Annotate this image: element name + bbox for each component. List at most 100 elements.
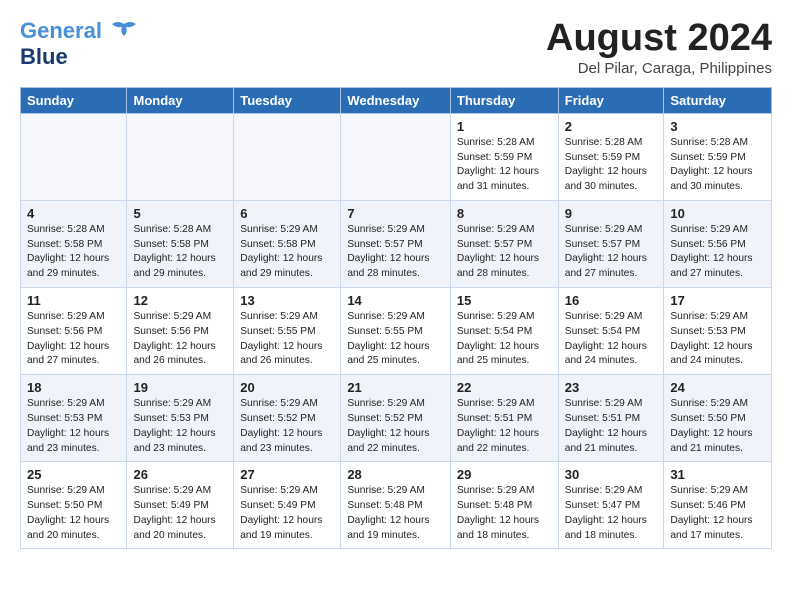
day-number: 15 xyxy=(457,293,552,308)
day-number: 24 xyxy=(670,380,765,395)
calendar-cell: 27 Sunrise: 5:29 AM Sunset: 5:49 PM Dayli… xyxy=(234,462,341,549)
calendar-cell: 4Sunrise: 5:28 AM Sunset: 5:58 PM Daylig… xyxy=(21,200,127,287)
day-number: 14 xyxy=(347,293,444,308)
day-info: Sunrise: 5:29 AM Sunset: 5:57 PM Dayligh… xyxy=(347,223,444,282)
calendar-table: SundayMondayTuesdayWednesdayThursdayFrid… xyxy=(20,87,772,550)
calendar-cell xyxy=(127,113,234,200)
logo: General Blue xyxy=(20,18,138,68)
day-number: 1 xyxy=(457,119,552,134)
calendar-cell: 5Sunrise: 5:28 AM Sunset: 5:58 PM Daylig… xyxy=(127,200,234,287)
calendar-cell: 31Sunrise: 5:29 AM Sunset: 5:46 PM Dayli… xyxy=(664,462,772,549)
month-title: August 2024 xyxy=(546,18,772,60)
day-info: Sunrise: 5:29 AM Sunset: 5:51 PM Dayligh… xyxy=(457,397,552,456)
calendar-cell: 16 Sunrise: 5:29 AM Sunset: 5:54 PM Dayli… xyxy=(558,288,664,375)
day-number: 21 xyxy=(347,380,444,395)
day-info: Sunrise: 5:29 AM Sunset: 5:48 PM Dayligh… xyxy=(347,484,444,543)
day-number: 6 xyxy=(240,206,334,221)
calendar-cell: 30Sunrise: 5:29 AM Sunset: 5:47 PM Dayli… xyxy=(558,462,664,549)
calendar-cell: 19 Sunrise: 5:29 AM Sunset: 5:53 PM Dayli… xyxy=(127,375,234,462)
day-number: 13 xyxy=(240,293,334,308)
calendar-week-row: 18Sunrise: 5:29 AM Sunset: 5:53 PM Dayli… xyxy=(21,375,772,462)
day-info: Sunrise: 5:29 AM Sunset: 5:57 PM Dayligh… xyxy=(565,223,658,282)
calendar-cell: 6 Sunrise: 5:29 AM Sunset: 5:58 PM Daylig… xyxy=(234,200,341,287)
day-info: Sunrise: 5:28 AM Sunset: 5:59 PM Dayligh… xyxy=(565,136,658,195)
day-number: 27 xyxy=(240,467,334,482)
calendar-cell xyxy=(341,113,451,200)
day-info: Sunrise: 5:29 AM Sunset: 5:55 PM Dayligh… xyxy=(240,310,334,369)
calendar-cell: 26 Sunrise: 5:29 AM Sunset: 5:49 PM Dayli… xyxy=(127,462,234,549)
calendar-cell: 11 Sunrise: 5:29 AM Sunset: 5:56 PM Dayli… xyxy=(21,288,127,375)
day-info: Sunrise: 5:29 AM Sunset: 5:53 PM Dayligh… xyxy=(27,397,120,456)
calendar-cell xyxy=(234,113,341,200)
day-number: 25 xyxy=(27,467,120,482)
day-info: Sunrise: 5:29 AM Sunset: 5:56 PM Dayligh… xyxy=(27,310,120,369)
day-info: Sunrise: 5:29 AM Sunset: 5:58 PM Dayligh… xyxy=(240,223,334,282)
location: Del Pilar, Caraga, Philippines xyxy=(546,60,772,77)
day-number: 12 xyxy=(133,293,227,308)
day-info: Sunrise: 5:29 AM Sunset: 5:50 PM Dayligh… xyxy=(27,484,120,543)
calendar-week-row: 4Sunrise: 5:28 AM Sunset: 5:58 PM Daylig… xyxy=(21,200,772,287)
day-info: Sunrise: 5:29 AM Sunset: 5:57 PM Dayligh… xyxy=(457,223,552,282)
calendar-cell: 12Sunrise: 5:29 AM Sunset: 5:56 PM Dayli… xyxy=(127,288,234,375)
page: General Blue August 2024 Del Pilar, Cara… xyxy=(0,0,792,567)
logo-general: General xyxy=(20,18,102,43)
weekday-header-tuesday: Tuesday xyxy=(234,87,341,113)
day-info: Sunrise: 5:29 AM Sunset: 5:48 PM Dayligh… xyxy=(457,484,552,543)
calendar-cell: 7 Sunrise: 5:29 AM Sunset: 5:57 PM Daylig… xyxy=(341,200,451,287)
calendar-cell: 21 Sunrise: 5:29 AM Sunset: 5:52 PM Dayli… xyxy=(341,375,451,462)
day-info: Sunrise: 5:28 AM Sunset: 5:59 PM Dayligh… xyxy=(670,136,765,195)
day-info: Sunrise: 5:29 AM Sunset: 5:49 PM Dayligh… xyxy=(240,484,334,543)
day-info: Sunrise: 5:29 AM Sunset: 5:54 PM Dayligh… xyxy=(565,310,658,369)
weekday-header-saturday: Saturday xyxy=(664,87,772,113)
day-number: 20 xyxy=(240,380,334,395)
day-info: Sunrise: 5:29 AM Sunset: 5:56 PM Dayligh… xyxy=(670,223,765,282)
day-info: Sunrise: 5:29 AM Sunset: 5:53 PM Dayligh… xyxy=(670,310,765,369)
day-number: 29 xyxy=(457,467,552,482)
calendar-cell: 25 Sunrise: 5:29 AM Sunset: 5:50 PM Dayli… xyxy=(21,462,127,549)
day-info: Sunrise: 5:29 AM Sunset: 5:52 PM Dayligh… xyxy=(240,397,334,456)
day-number: 3 xyxy=(670,119,765,134)
logo-line2: Blue xyxy=(20,46,138,68)
day-number: 16 xyxy=(565,293,658,308)
header: General Blue August 2024 Del Pilar, Cara… xyxy=(20,18,772,77)
calendar-week-row: 1 Sunrise: 5:28 AM Sunset: 5:59 PM Daylig… xyxy=(21,113,772,200)
calendar-cell: 18Sunrise: 5:29 AM Sunset: 5:53 PM Dayli… xyxy=(21,375,127,462)
day-number: 30 xyxy=(565,467,658,482)
calendar-week-row: 25 Sunrise: 5:29 AM Sunset: 5:50 PM Dayli… xyxy=(21,462,772,549)
day-info: Sunrise: 5:29 AM Sunset: 5:55 PM Dayligh… xyxy=(347,310,444,369)
day-info: Sunrise: 5:29 AM Sunset: 5:52 PM Dayligh… xyxy=(347,397,444,456)
calendar-cell: 22 Sunrise: 5:29 AM Sunset: 5:51 PM Dayli… xyxy=(450,375,558,462)
calendar-week-row: 11 Sunrise: 5:29 AM Sunset: 5:56 PM Dayli… xyxy=(21,288,772,375)
day-number: 7 xyxy=(347,206,444,221)
calendar-cell: 3 Sunrise: 5:28 AM Sunset: 5:59 PM Daylig… xyxy=(664,113,772,200)
day-number: 19 xyxy=(133,380,227,395)
weekday-header-friday: Friday xyxy=(558,87,664,113)
weekday-header-sunday: Sunday xyxy=(21,87,127,113)
day-number: 22 xyxy=(457,380,552,395)
calendar-cell: 13 Sunrise: 5:29 AM Sunset: 5:55 PM Dayli… xyxy=(234,288,341,375)
day-info: Sunrise: 5:29 AM Sunset: 5:50 PM Dayligh… xyxy=(670,397,765,456)
calendar-cell: 14 Sunrise: 5:29 AM Sunset: 5:55 PM Dayli… xyxy=(341,288,451,375)
day-number: 11 xyxy=(27,293,120,308)
day-info: Sunrise: 5:28 AM Sunset: 5:59 PM Dayligh… xyxy=(457,136,552,195)
day-info: Sunrise: 5:29 AM Sunset: 5:53 PM Dayligh… xyxy=(133,397,227,456)
calendar-cell: 24 Sunrise: 5:29 AM Sunset: 5:50 PM Dayli… xyxy=(664,375,772,462)
day-info: Sunrise: 5:29 AM Sunset: 5:46 PM Dayligh… xyxy=(670,484,765,543)
calendar-cell: 9 Sunrise: 5:29 AM Sunset: 5:57 PM Daylig… xyxy=(558,200,664,287)
day-info: Sunrise: 5:29 AM Sunset: 5:49 PM Dayligh… xyxy=(133,484,227,543)
day-number: 10 xyxy=(670,206,765,221)
day-number: 28 xyxy=(347,467,444,482)
logo-text: General xyxy=(20,18,138,46)
title-block: August 2024 Del Pilar, Caraga, Philippin… xyxy=(546,18,772,77)
weekday-header-row: SundayMondayTuesdayWednesdayThursdayFrid… xyxy=(21,87,772,113)
day-number: 23 xyxy=(565,380,658,395)
day-info: Sunrise: 5:28 AM Sunset: 5:58 PM Dayligh… xyxy=(133,223,227,282)
calendar-cell: 10 Sunrise: 5:29 AM Sunset: 5:56 PM Dayli… xyxy=(664,200,772,287)
calendar-cell: 23 Sunrise: 5:29 AM Sunset: 5:51 PM Dayli… xyxy=(558,375,664,462)
calendar-cell: 29 Sunrise: 5:29 AM Sunset: 5:48 PM Dayli… xyxy=(450,462,558,549)
day-info: Sunrise: 5:29 AM Sunset: 5:51 PM Dayligh… xyxy=(565,397,658,456)
day-info: Sunrise: 5:28 AM Sunset: 5:58 PM Dayligh… xyxy=(27,223,120,282)
day-number: 9 xyxy=(565,206,658,221)
day-number: 26 xyxy=(133,467,227,482)
calendar-cell: 15Sunrise: 5:29 AM Sunset: 5:54 PM Dayli… xyxy=(450,288,558,375)
